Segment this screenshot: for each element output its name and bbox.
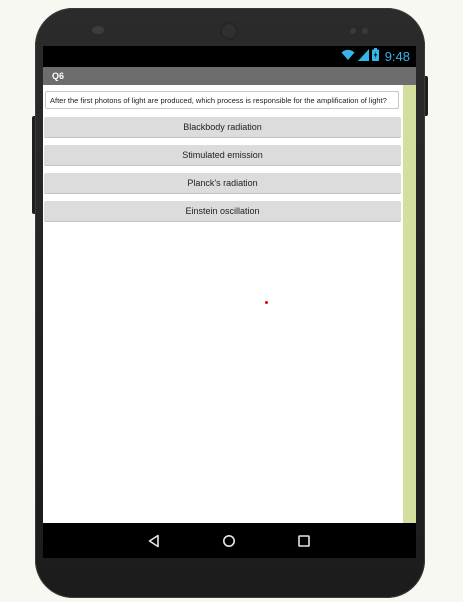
signal-icon [357,48,369,66]
front-camera-icon [222,24,236,38]
home-icon[interactable] [220,532,238,550]
app-screen: After the first photons of light are pro… [43,85,416,523]
answer-button-1[interactable]: Blackbody radiation [44,117,401,137]
question-text: After the first photons of light are pro… [45,91,399,109]
proximity-sensor [350,28,356,34]
battery-icon [371,47,379,66]
status-time: 9:48 [384,49,410,64]
screen-title: Q6 [43,67,416,85]
navigation-bar [43,523,416,558]
answer-button-3[interactable]: Planck's radiation [44,173,401,193]
status-bar: 9:48 [43,46,416,67]
cursor-dot [265,301,268,304]
answer-button-4[interactable]: Einstein oscillation [44,201,401,221]
light-sensor [362,28,368,34]
back-icon[interactable] [145,532,163,550]
answer-button-2[interactable]: Stimulated emission [44,145,401,165]
side-panel [403,85,416,523]
earpiece-speaker [92,26,104,34]
wifi-icon [341,48,355,66]
recent-apps-icon[interactable] [295,532,313,550]
